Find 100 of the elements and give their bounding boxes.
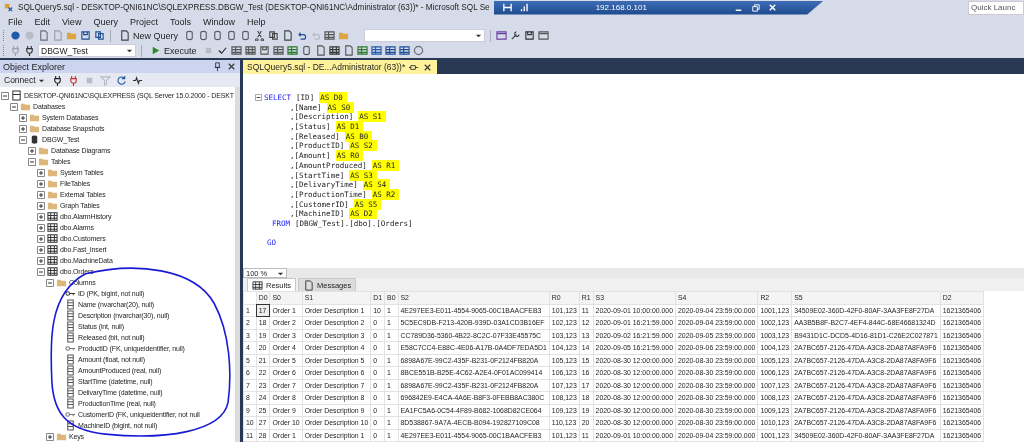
remote-address: 192.168.0.101 — [595, 3, 647, 12]
menu-item[interactable]: Edit — [28, 16, 57, 27]
table-icon — [47, 266, 58, 277]
undo-icon[interactable] — [296, 30, 307, 41]
pin-icon[interactable] — [212, 61, 223, 72]
expander-icon[interactable] — [1, 91, 9, 100]
scrollbar[interactable] — [235, 87, 240, 442]
folder-icon — [29, 112, 40, 123]
database-query-icon[interactable] — [198, 30, 209, 41]
save-icon[interactable] — [80, 30, 91, 41]
expander-icon[interactable] — [37, 201, 45, 210]
column-icon — [65, 398, 76, 409]
database-query-icon[interactable] — [226, 30, 237, 41]
close-icon[interactable] — [226, 61, 237, 72]
folder-icon — [47, 200, 58, 211]
column-icon — [65, 376, 76, 387]
wrench-icon[interactable] — [510, 30, 521, 41]
results-icon[interactable] — [244, 45, 256, 56]
folder-icon — [38, 156, 49, 167]
expander-icon[interactable] — [37, 234, 45, 243]
folder-icon — [56, 431, 67, 442]
menu-item[interactable]: Project — [123, 16, 164, 27]
text-icon[interactable] — [314, 45, 326, 56]
database-dropdown[interactable]: DBGW_Test — [38, 44, 136, 57]
connect-button[interactable]: Connect — [2, 75, 47, 85]
folder-icon — [47, 178, 58, 189]
expander-icon[interactable] — [19, 113, 27, 122]
menu-item[interactable]: View — [56, 16, 88, 27]
collapse-icon[interactable] — [255, 93, 263, 102]
menu-item[interactable]: File — [2, 16, 29, 27]
server-icon — [11, 90, 22, 101]
key-icon — [65, 409, 76, 420]
corner-cell[interactable] — [243, 291, 257, 304]
scrollbar[interactable] — [287, 268, 1024, 278]
column-icon — [65, 310, 76, 321]
expander-icon[interactable] — [37, 245, 45, 254]
expander-icon[interactable] — [37, 267, 45, 276]
disconnect-icon[interactable] — [67, 74, 79, 86]
column-icon — [65, 420, 76, 431]
expander-icon[interactable] — [28, 157, 36, 166]
quick-launch-field[interactable]: Quick Launc — [968, 0, 1024, 15]
expander-icon[interactable] — [46, 278, 54, 287]
plug-icon[interactable] — [51, 74, 63, 86]
column-icon — [65, 387, 76, 398]
editor-tab[interactable]: SQLQuery5.sql - DE...Administrator (63))* — [243, 60, 438, 74]
refresh-icon[interactable] — [115, 74, 127, 86]
caret-icon — [475, 32, 482, 39]
database-query-icon[interactable] — [240, 30, 251, 41]
search-combo-field[interactable] — [364, 29, 485, 42]
database-query-icon[interactable] — [212, 30, 223, 41]
database-icon — [29, 134, 40, 145]
database-query-icon[interactable] — [184, 30, 195, 41]
restore-icon[interactable] — [749, 2, 761, 13]
table-icon — [47, 222, 58, 233]
folder-icon — [47, 167, 58, 178]
cut-icon[interactable] — [254, 30, 265, 41]
close-icon[interactable] — [766, 2, 778, 13]
menu-item[interactable]: Window — [196, 16, 241, 27]
window-icon[interactable] — [496, 30, 507, 41]
folder-icon — [29, 123, 40, 134]
document-icon — [119, 30, 130, 41]
window-title: SQLQuery5.sql - DESKTOP-QNI61NC\SQLEXPRESS.DBGW_Test (DESKTOP-QNI61NC\Administrator (63))* - Microsoft SQL Se — [18, 3, 490, 12]
check-icon[interactable] — [216, 45, 228, 56]
menu-item[interactable]: Query — [87, 16, 124, 27]
expander-icon[interactable] — [46, 432, 54, 441]
save-all-icon[interactable] — [94, 30, 105, 41]
new-item-icon[interactable] — [38, 30, 49, 41]
folder-icon — [38, 145, 49, 156]
new-query-button[interactable]: New Query — [116, 30, 181, 41]
copy-icon[interactable] — [268, 30, 279, 41]
expander-icon[interactable] — [10, 102, 18, 111]
panel-title: Object Explorer — [3, 61, 67, 72]
expander-icon[interactable] — [37, 179, 45, 188]
plug-settings-icon[interactable] — [24, 45, 35, 56]
menu-item[interactable]: Tools — [163, 16, 197, 27]
expander-icon[interactable] — [19, 135, 27, 144]
pin-icon[interactable] — [501, 2, 513, 13]
expander-icon[interactable] — [19, 124, 27, 133]
folder-icon — [47, 189, 58, 200]
caret-icon — [126, 47, 133, 54]
column-icon — [65, 354, 76, 365]
execute-button[interactable]: Execute — [147, 45, 200, 56]
play-icon — [150, 45, 161, 56]
grid-icon — [252, 279, 263, 291]
expander-icon[interactable] — [37, 190, 45, 199]
column-icon — [65, 321, 76, 332]
expander-icon[interactable] — [37, 256, 45, 265]
expander-icon[interactable] — [28, 146, 36, 155]
folder-icon — [56, 277, 67, 288]
expander-icon[interactable] — [37, 168, 45, 177]
folder-icon — [20, 101, 31, 112]
table-icon — [47, 255, 58, 266]
menu-item[interactable]: Help — [240, 16, 272, 27]
grid-icon[interactable] — [328, 45, 340, 56]
table-icon — [47, 233, 58, 244]
expander-icon[interactable] — [37, 212, 45, 221]
activity-icon[interactable] — [131, 74, 143, 86]
key-icon — [65, 343, 76, 354]
expander-icon[interactable] — [37, 223, 45, 232]
column-icon — [65, 299, 76, 310]
